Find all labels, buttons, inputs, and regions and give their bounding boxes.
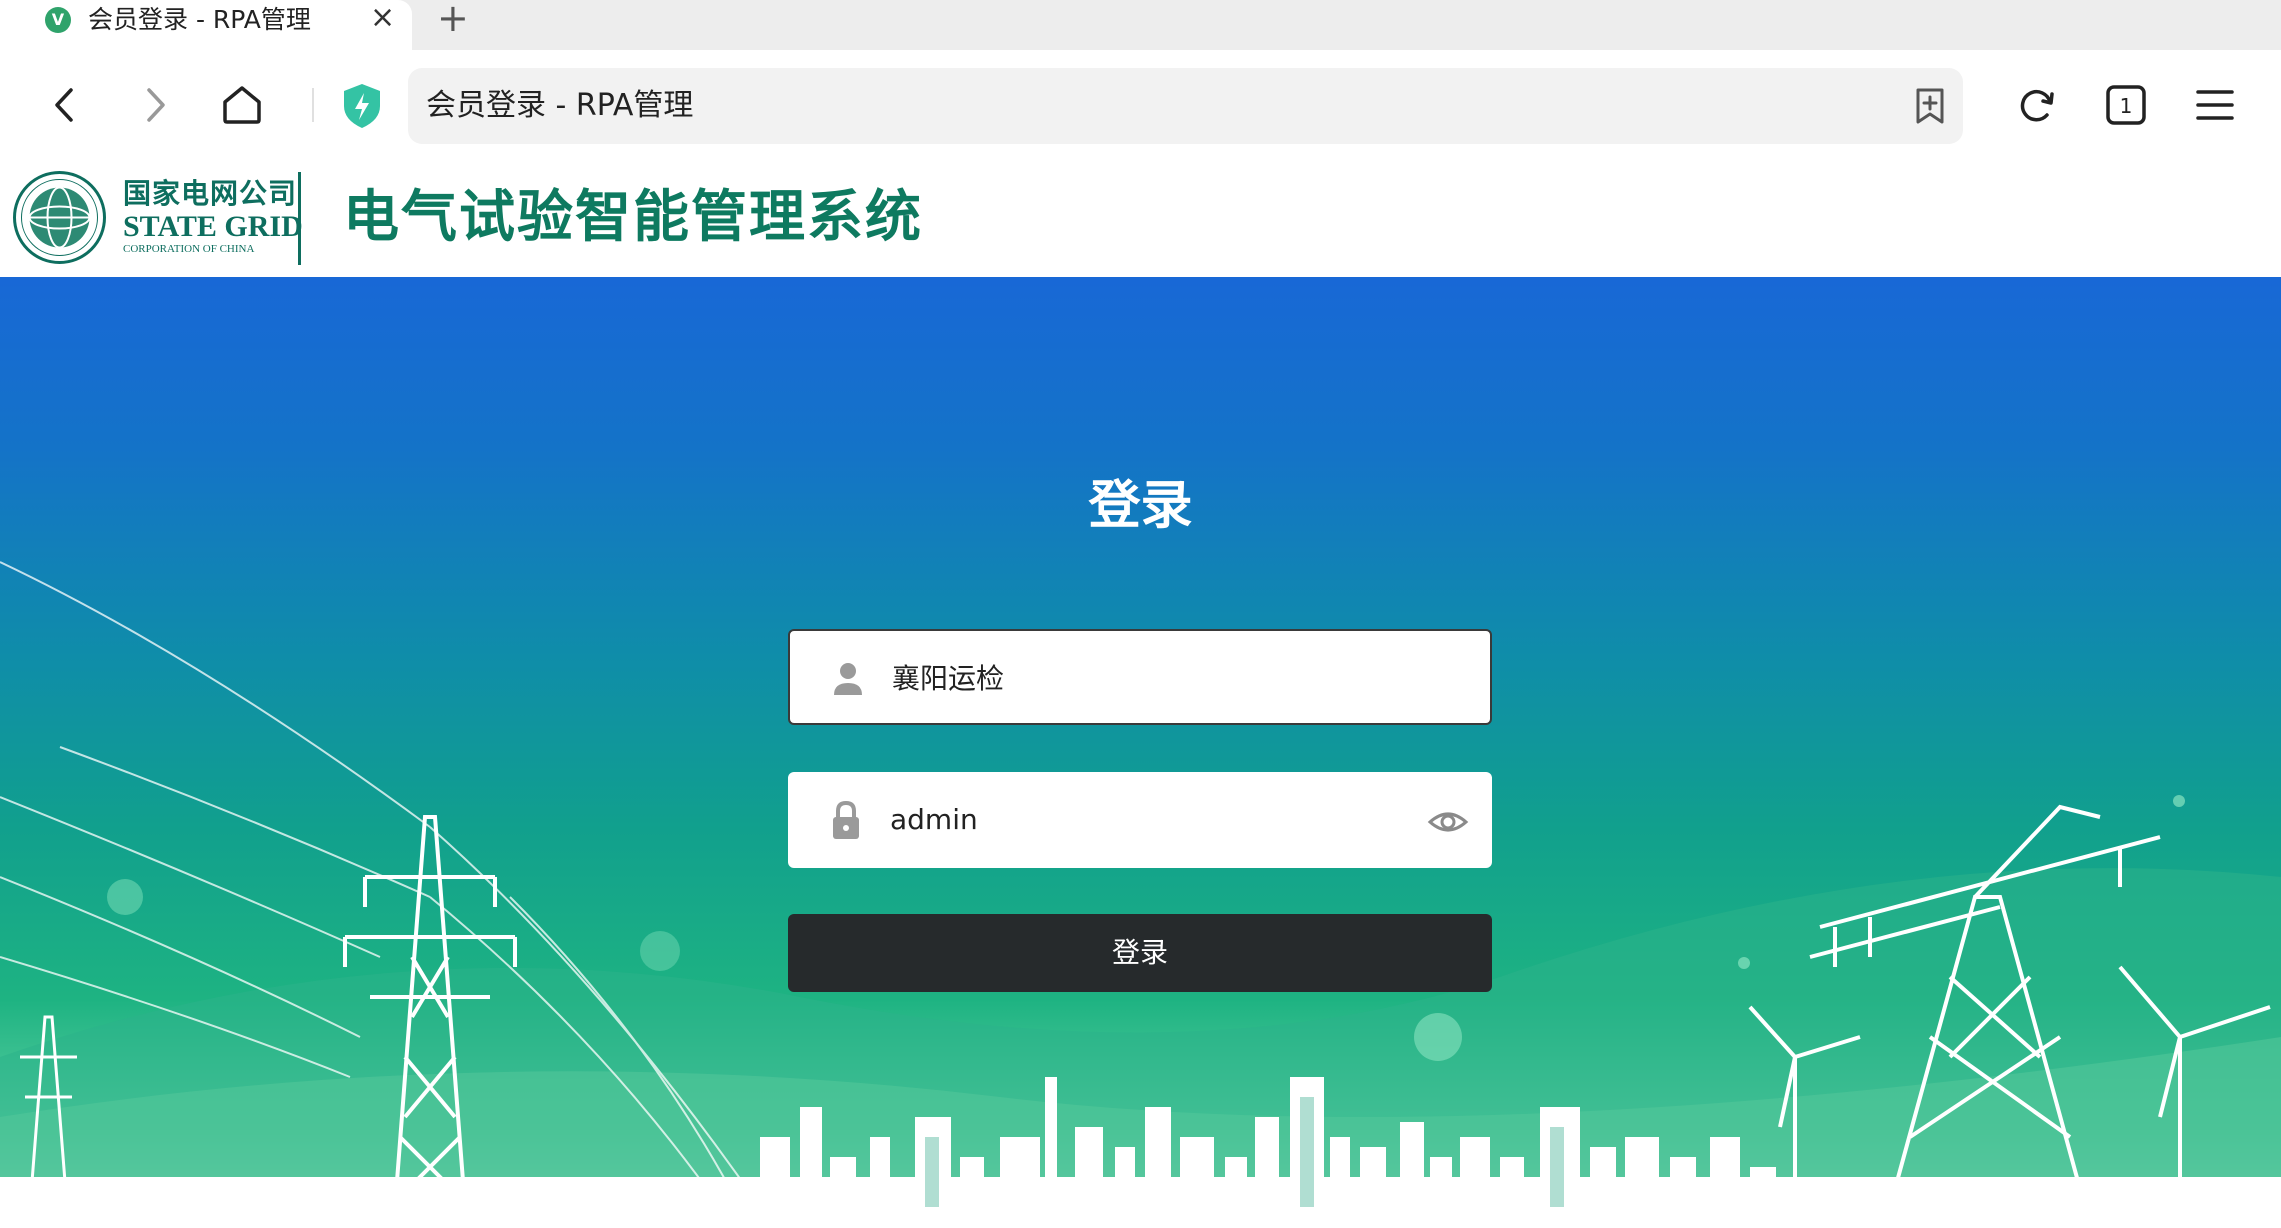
home-icon[interactable] [217,80,267,130]
bookmark-add-icon[interactable] [1908,84,1952,128]
menu-icon[interactable] [2190,80,2240,130]
browser-tab[interactable]: V 会员登录 - RPA管理 × [0,0,412,50]
browser-toolbar: 会员登录 - RPA管理 1 [0,50,2281,160]
logo-en-text: STATE GRID [123,210,303,243]
power-grid-illustration [0,561,2281,1228]
browser-tab-bar: V 会员登录 - RPA管理 × + [0,0,2281,50]
login-button[interactable]: 登录 [788,914,1492,992]
toolbar-divider [312,88,314,122]
system-title: 电气试验智能管理系统 [343,185,923,250]
reload-icon[interactable] [2012,80,2062,130]
shield-icon[interactable] [340,82,384,130]
tab-switcher-icon[interactable]: 1 [2101,80,2151,130]
state-grid-logo-icon [12,170,107,265]
username-field[interactable]: 襄阳运检 [788,629,1492,725]
login-hero-background: 登录 襄阳运检 admin 登录 [0,277,2281,1228]
logo-divider [298,172,301,265]
new-tab-button[interactable]: + [437,0,469,37]
tab-title: 会员登录 - RPA管理 [88,5,311,34]
login-title: 登录 [1088,476,1193,536]
address-text[interactable]: 会员登录 - RPA管理 [426,88,693,124]
site-header: 国家电网公司 STATE GRID CORPORATION OF CHINA 电… [0,160,2281,277]
address-bar[interactable]: 会员登录 - RPA管理 [408,68,1963,144]
back-icon[interactable] [40,80,90,130]
forward-icon[interactable] [130,80,180,130]
logo-sub-text: CORPORATION OF CHINA [123,243,255,255]
lock-icon [824,798,868,842]
logo-cn-text: 国家电网公司 [123,177,298,210]
vue-leaf-icon: V [45,7,71,33]
password-field[interactable]: admin [788,772,1492,868]
password-value[interactable]: admin [890,800,978,840]
tab-close-icon[interactable]: × [370,2,395,34]
eye-icon[interactable] [1426,802,1470,842]
user-icon [826,657,870,701]
username-value[interactable]: 襄阳运检 [892,659,1004,699]
tab-count: 1 [2120,94,2133,118]
